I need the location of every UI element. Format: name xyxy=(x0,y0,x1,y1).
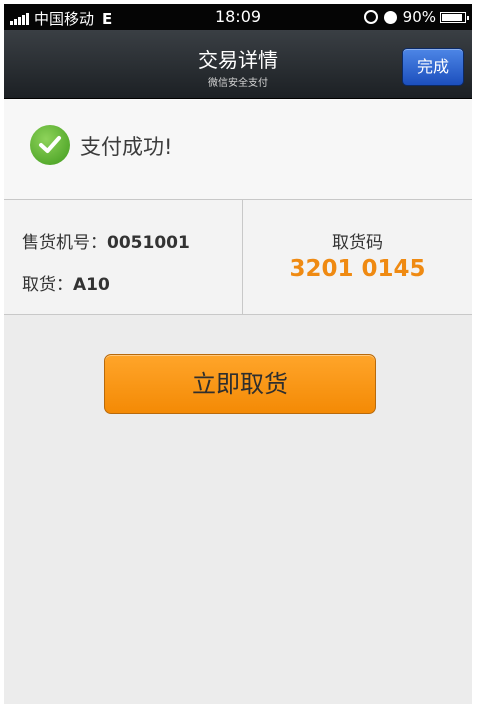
alarm-icon xyxy=(383,10,397,24)
status-right: 90% xyxy=(363,8,469,26)
pickup-code-value: 3201 0145 xyxy=(289,256,426,282)
slot-label: 取货： xyxy=(22,275,73,295)
slot-row: 取货：A10 xyxy=(22,270,110,295)
payment-success-message: 支付成功! xyxy=(80,135,173,159)
navigation-bar: 交易详情 微信安全支付 完成 xyxy=(4,30,472,99)
battery-percent: 90% xyxy=(402,8,436,26)
battery-icon xyxy=(440,11,469,23)
done-button[interactable]: 完成 xyxy=(402,48,464,86)
battery-fill xyxy=(442,13,462,21)
machine-number-row: 售货机号：0051001 xyxy=(22,228,190,253)
pickup-code-label: 取货码 xyxy=(332,233,383,253)
machine-number-label: 售货机号： xyxy=(22,233,107,253)
status-bar: 中国移动 E 18:09 90% xyxy=(4,4,472,30)
pickup-now-button[interactable]: 立即取货 xyxy=(104,354,376,414)
phone-screen: 中国移动 E 18:09 90% 交易详情 微信安全支付 完成 支付成功! 售货… xyxy=(4,4,472,704)
payment-result: 支付成功! xyxy=(4,99,472,199)
rotation-lock-icon xyxy=(363,10,378,24)
order-info: 售货机号：0051001 取货：A10 取货码 3201 0145 xyxy=(4,199,472,315)
slot-value: A10 xyxy=(73,275,110,295)
check-circle-icon xyxy=(30,125,70,165)
machine-number-value: 0051001 xyxy=(107,233,190,253)
